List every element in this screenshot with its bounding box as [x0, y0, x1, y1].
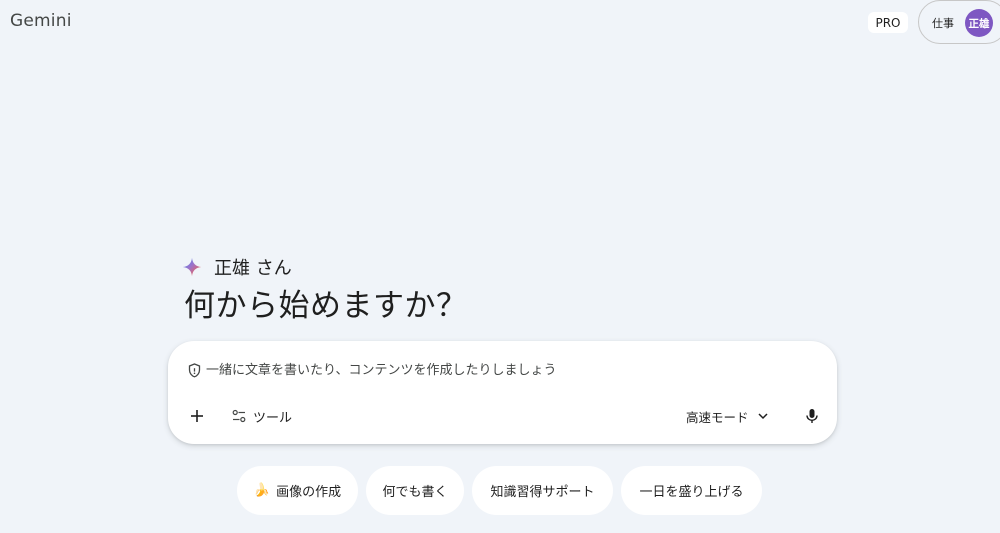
chip-boost-day[interactable]: 一日を盛り上げる — [621, 466, 762, 515]
avatar[interactable]: 正雄 — [965, 9, 993, 37]
tools-button[interactable]: ツール — [228, 402, 296, 430]
app-title[interactable]: Gemini — [10, 11, 72, 31]
mic-icon — [806, 409, 818, 423]
account-label: 仕事 — [932, 17, 954, 30]
prompt-input[interactable] — [206, 358, 806, 382]
suggestion-chips: 🍌 画像の作成 何でも書く 知識習得サポート 一日を盛り上げる — [237, 466, 762, 515]
page-title: 何から始めますか？ — [184, 288, 468, 324]
sparkle-icon — [182, 257, 202, 277]
plus-icon — [191, 410, 203, 422]
shield-icon — [188, 363, 201, 378]
add-button[interactable] — [184, 403, 210, 429]
chip-label: 一日を盛り上げる — [639, 485, 744, 500]
mic-button[interactable] — [798, 402, 826, 430]
account-switcher[interactable]: 仕事 正雄 — [918, 0, 1000, 44]
mode-label: 高速モード — [686, 409, 749, 425]
greeting: 正雄 さん — [182, 254, 292, 280]
chip-label: 画像の作成 — [276, 485, 342, 500]
tools-label: ツール — [253, 410, 293, 426]
chip-label: 知識習得サポート — [490, 485, 595, 500]
mode-selector[interactable]: 高速モード — [686, 402, 768, 430]
tools-icon — [232, 409, 246, 423]
greeting-name: 正雄 さん — [214, 258, 292, 279]
chip-create-image[interactable]: 🍌 画像の作成 — [237, 466, 358, 515]
chip-label: 何でも書く — [382, 485, 448, 500]
chevron-down-icon — [757, 412, 768, 419]
pro-badge[interactable]: PRO — [868, 12, 908, 33]
prompt-box[interactable]: ツール 高速モード — [168, 341, 837, 444]
chip-learning-support[interactable]: 知識習得サポート — [472, 466, 613, 515]
banana-icon: 🍌 — [253, 483, 271, 498]
chip-write-anything[interactable]: 何でも書く — [366, 466, 464, 515]
